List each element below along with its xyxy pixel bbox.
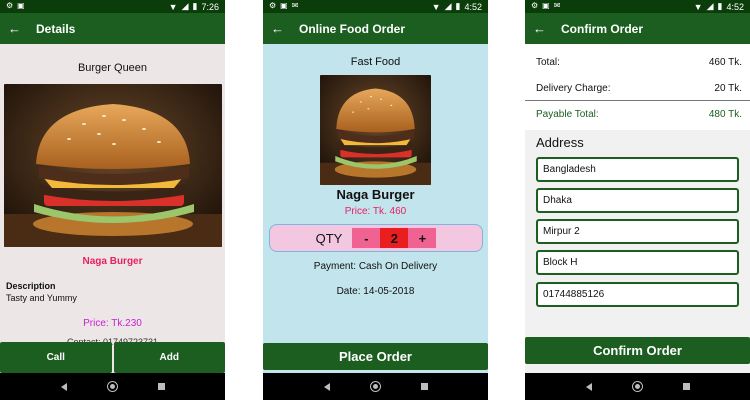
status-time: 4:52 [726,1,744,12]
system-nav-bar [0,373,225,400]
nav-back-icon[interactable] [323,382,330,391]
total-value: 460 Tk. [708,57,742,68]
confirm-screen: ⚙ ▣ ✉ ▼ ◢ ▮ 4:52 ← Confirm Order Total: … [525,0,750,400]
delivery-value: 20 Tk. [714,83,742,94]
delivery-row: Delivery Charge: 20 Tk. [536,83,742,94]
nav-home-icon[interactable] [632,382,642,391]
app-title: Online Food Order [299,21,406,36]
settings-icon: ⚙ [6,1,14,10]
status-time: 4:52 [464,1,482,12]
gallery-icon: ▣ [17,1,25,10]
block-field[interactable]: Block H [536,250,739,275]
system-nav-bar [263,373,488,400]
wifi-icon: ▼ [431,1,441,12]
nav-recent-icon[interactable] [420,383,428,390]
app-bar: ← Online Food Order [263,13,488,44]
category-label: Fast Food [350,56,401,68]
add-button[interactable]: Add [113,342,225,373]
nav-home-icon[interactable] [107,382,117,391]
system-nav-bar [525,373,750,400]
mail-icon: ✉ [291,1,299,10]
order-screen: ⚙ ▣ ✉ ▼ ◢ ▮ 4:52 ← Online Food Order Fas… [263,0,488,400]
mail-icon: ✉ [553,1,561,10]
payable-label: Payable Total: [536,109,599,120]
wifi-icon: ▼ [693,1,703,12]
total-row: Total: 460 Tk. [536,57,742,68]
signal-icon: ◢ [181,1,189,11]
notification-icons: ⚙ ▣ ✉ [269,1,298,10]
phone-field[interactable]: 01744885126 [536,282,739,307]
description-heading: Description [6,281,56,291]
area-field[interactable]: Mirpur 2 [536,219,739,244]
back-arrow-icon[interactable]: ← [0,21,24,36]
call-button[interactable]: Call [0,342,112,373]
qty-controls: - 2 + [352,228,437,248]
action-buttons: Call Add [0,342,225,373]
nav-home-icon[interactable] [370,382,380,391]
place-order-button[interactable]: Place Order [263,343,488,370]
country-field[interactable]: Bangladesh [536,157,739,182]
order-date: Date: 14-05-2018 [336,286,415,297]
qty-increment-button[interactable]: + [408,228,437,248]
app-bar: ← Details [0,13,225,44]
item-name: Naga Burger [82,256,143,267]
app-title: Confirm Order [561,21,644,36]
payable-row: Payable Total: 480 Tk. [536,109,742,120]
nav-back-icon[interactable] [60,382,67,391]
notification-icons: ⚙ ▣ [6,1,25,10]
status-bar: ⚙ ▣ ✉ ▼ ◢ ▮ 4:52 [525,0,750,13]
burger-image [4,84,222,247]
details-screen: ⚙ ▣ ▼ ◢ ▮ 7:26 ← Details Burger Queen Na… [0,0,225,400]
confirm-order-button[interactable]: Confirm Order [525,337,750,364]
battery-icon: ▮ [717,1,723,11]
description-text: Tasty and Yummy [6,293,77,303]
gallery-icon: ▣ [542,1,550,10]
divider [525,100,750,101]
qty-value: 2 [380,228,409,248]
quantity-stepper: QTY - 2 + [269,224,483,252]
signal-icon: ◢ [444,1,452,11]
burger-image [320,75,431,185]
status-time: 7:26 [201,1,219,12]
wifi-icon: ▼ [168,1,178,12]
nav-recent-icon[interactable] [682,383,690,390]
back-arrow-icon[interactable]: ← [263,21,287,36]
total-label: Total: [536,57,560,68]
payment-method: Payment: Cash On Delivery [313,261,438,272]
screenshot-stage: ⚙ ▣ ▼ ◢ ▮ 7:26 ← Details Burger Queen Na… [0,0,750,400]
signal-icon: ◢ [706,1,714,11]
nav-recent-icon[interactable] [157,383,165,390]
nav-back-icon[interactable] [585,382,592,391]
app-bar: ← Confirm Order [525,13,750,44]
battery-icon: ▮ [192,1,198,11]
item-name: Naga Burger [336,187,415,202]
address-heading: Address [536,135,584,150]
qty-label: QTY [315,230,343,246]
qty-decrement-button[interactable]: - [352,228,381,248]
payable-value: 480 Tk. [708,109,742,120]
restaurant-name: Burger Queen [77,62,148,74]
settings-icon: ⚙ [531,1,539,10]
notification-icons: ⚙ ▣ ✉ [531,1,560,10]
gallery-icon: ▣ [280,1,288,10]
status-bar: ⚙ ▣ ✉ ▼ ◢ ▮ 4:52 [263,0,488,13]
battery-icon: ▮ [455,1,461,11]
price-label: Price: Tk. 460 [344,206,407,217]
city-field[interactable]: Dhaka [536,188,739,213]
status-bar: ⚙ ▣ ▼ ◢ ▮ 7:26 [0,0,225,13]
back-arrow-icon[interactable]: ← [525,21,549,36]
app-title: Details [36,21,76,36]
delivery-label: Delivery Charge: [536,83,611,94]
price-label: Price: Tk.230 [83,318,142,329]
settings-icon: ⚙ [269,1,277,10]
